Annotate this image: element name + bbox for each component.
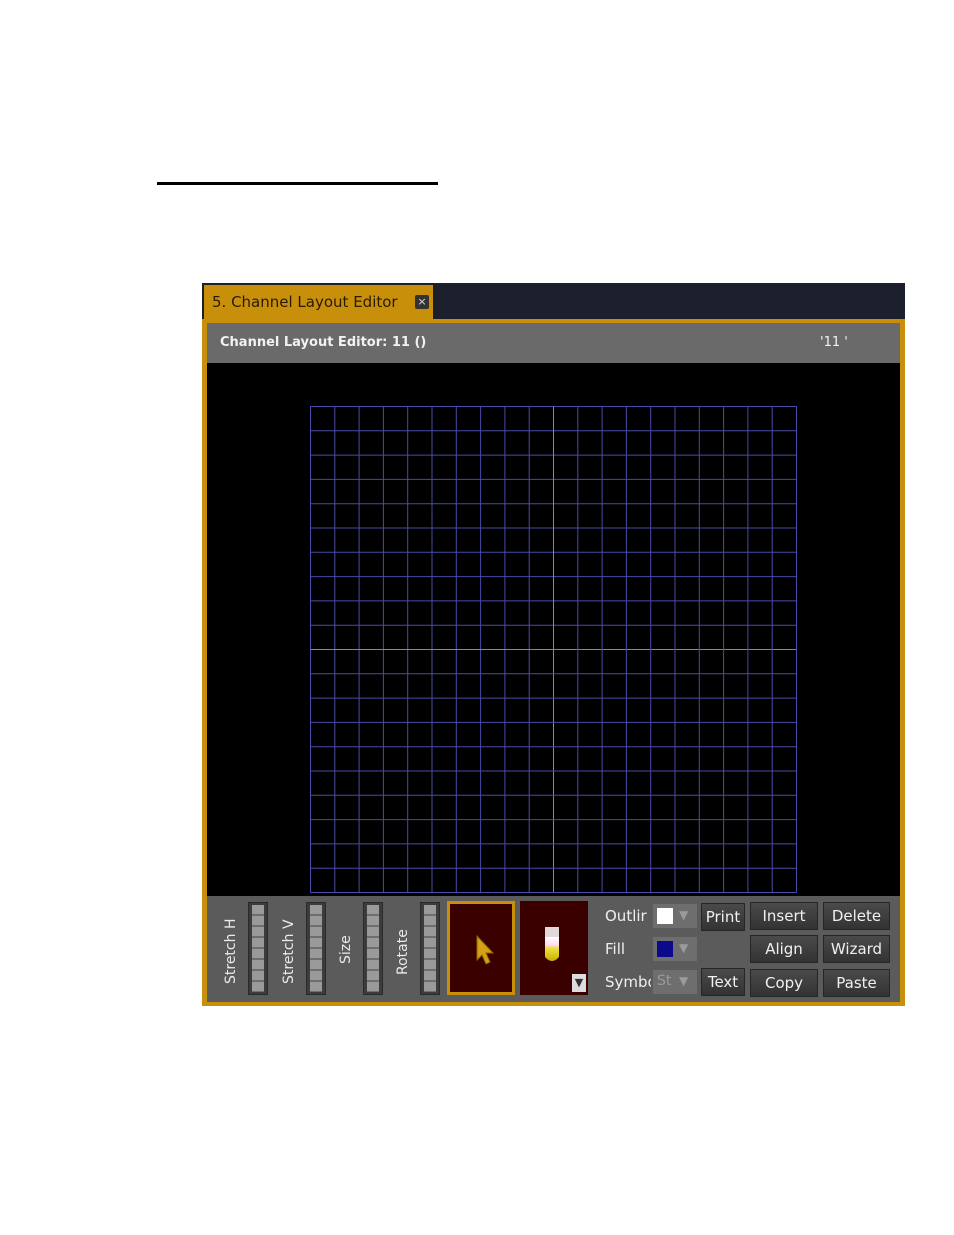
tab-bar: 5. Channel Layout Editor × (202, 283, 905, 319)
print-button[interactable]: Print (701, 903, 745, 931)
symbol-value: St (657, 973, 672, 989)
layout-grid[interactable] (310, 406, 797, 893)
channel-id-label: '11 ' (820, 335, 848, 350)
fill-color-swatch (657, 941, 673, 957)
rotate-fader[interactable] (420, 902, 440, 995)
close-icon[interactable]: × (415, 295, 429, 309)
delete-button[interactable]: Delete (823, 902, 890, 930)
fill-color-picker[interactable]: ▼ (653, 937, 697, 961)
insert-button[interactable]: Insert (750, 902, 818, 930)
size-label: Size (338, 935, 354, 964)
stretch-v-label: Stretch V (281, 919, 297, 984)
chevron-down-icon: ▼ (679, 908, 689, 922)
tab-label: 5. Channel Layout Editor (212, 293, 398, 311)
chevron-down-icon: ▼ (679, 941, 689, 955)
tab-channel-layout-editor[interactable]: 5. Channel Layout Editor × (204, 285, 433, 319)
stretch-h-label: Stretch H (223, 918, 239, 984)
stretch-h-fader[interactable] (248, 902, 268, 995)
editor-header: Channel Layout Editor: 11 () '11 ' (207, 323, 900, 363)
editor-frame: Channel Layout Editor: 11 () '11 ' Stret… (202, 319, 905, 1006)
stretch-v-fader[interactable] (306, 902, 326, 995)
outline-color-picker[interactable]: ▼ (653, 904, 697, 928)
lamp-tool-button[interactable]: ▼ (520, 901, 588, 995)
channel-layout-editor-window: 5. Channel Layout Editor × Channel Layou… (202, 283, 905, 1006)
outline-label: Outlir (605, 907, 647, 925)
editor-title: Channel Layout Editor: 11 () (220, 335, 427, 350)
symbol-picker[interactable]: St ▼ (653, 970, 697, 994)
outline-color-swatch (657, 908, 673, 924)
tool-dropdown-arrow-icon[interactable]: ▼ (572, 974, 586, 992)
text-button[interactable]: Text (701, 968, 745, 996)
copy-button[interactable]: Copy (750, 969, 818, 997)
symbol-label: Symbo (605, 973, 651, 991)
rotate-label: Rotate (395, 929, 411, 975)
fill-label: Fill (605, 940, 626, 958)
align-button[interactable]: Align (750, 935, 818, 963)
document-underline-rule (157, 182, 438, 185)
cursor-arrow-icon (476, 934, 495, 965)
chevron-down-icon: ▼ (679, 974, 689, 988)
paste-button[interactable]: Paste (823, 969, 890, 997)
size-fader[interactable] (363, 902, 383, 995)
editor-toolbar: Stretch H Stretch V Size Rotate ▼ Outlir… (207, 896, 900, 1002)
layout-canvas[interactable] (207, 363, 900, 896)
pointer-tool-button[interactable] (447, 901, 515, 995)
wizard-button[interactable]: Wizard (823, 935, 890, 963)
